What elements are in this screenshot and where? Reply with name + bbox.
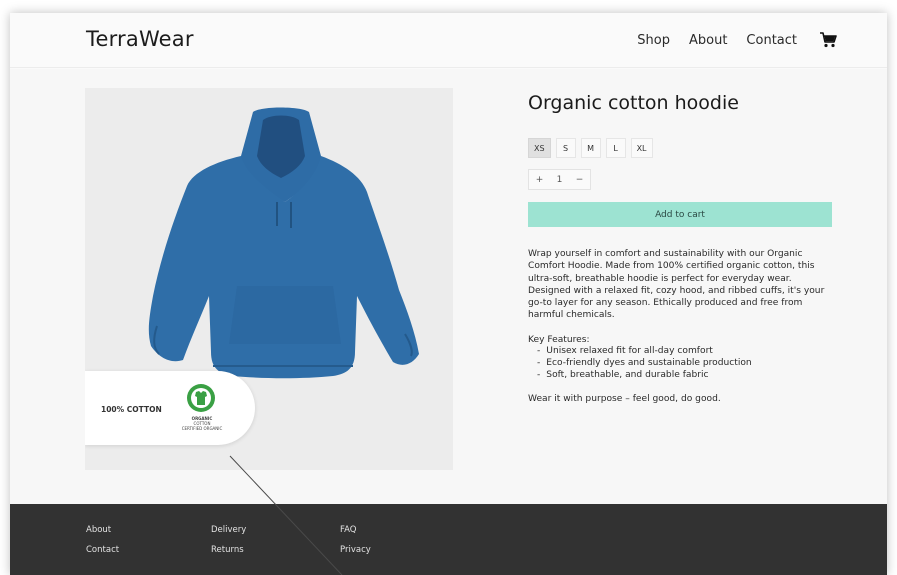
feature-item: Unisex relaxed fit for all-day comfort: [537, 345, 833, 357]
product-section: 100% COTTON ORGANIC COTTON CERTIFIED ORG…: [10, 69, 887, 505]
features-heading: Key Features:: [528, 334, 590, 345]
nav-about[interactable]: About: [689, 33, 727, 48]
feature-item: Eco-friendly dyes and sustainable produc…: [537, 357, 833, 369]
footer-col-3: FAQ Privacy: [340, 525, 371, 565]
badge-text: 100% COTTON: [101, 405, 162, 414]
footer-link-privacy[interactable]: Privacy: [340, 545, 371, 555]
cart-icon[interactable]: [819, 31, 837, 49]
footer-col-1: About Contact: [86, 525, 119, 565]
size-option-xl[interactable]: XL: [630, 138, 653, 158]
main-nav: Shop About Contact: [618, 31, 837, 49]
quantity-stepper: + 1 −: [528, 169, 591, 190]
add-to-cart-button[interactable]: Add to cart: [528, 202, 832, 227]
size-option-xs[interactable]: XS: [528, 138, 551, 158]
brand-logo[interactable]: TerraWear: [86, 27, 194, 51]
site-footer: About Contact Delivery Returns FAQ Priva…: [10, 504, 887, 575]
features-list: Unisex relaxed fit for all-day comfort E…: [537, 345, 833, 382]
site-header: TerraWear Shop About Contact: [10, 13, 887, 68]
size-selector: XS S M L XL: [528, 138, 833, 158]
product-description: Wrap yourself in comfort and sustainabil…: [528, 249, 825, 321]
badge-line-3: CERTIFIED ORGANIC: [181, 426, 223, 431]
hoodie-image: [148, 107, 420, 379]
gots-logo-icon: [187, 384, 215, 412]
quantity-minus-button[interactable]: −: [576, 175, 584, 185]
product-image: 100% COTTON ORGANIC COTTON CERTIFIED ORG…: [85, 88, 453, 470]
product-tagline: Wear it with purpose – feel good, do goo…: [528, 393, 721, 404]
nav-shop[interactable]: Shop: [637, 33, 670, 48]
quantity-plus-button[interactable]: +: [536, 175, 544, 185]
size-option-l[interactable]: L: [605, 138, 626, 158]
product-info: Organic cotton hoodie XS S M L XL + 1 − …: [528, 88, 833, 404]
footer-link-returns[interactable]: Returns: [211, 545, 246, 555]
feature-item: Soft, breathable, and durable fabric: [537, 369, 833, 381]
footer-link-delivery[interactable]: Delivery: [211, 525, 246, 535]
quantity-value[interactable]: 1: [557, 175, 563, 185]
product-title: Organic cotton hoodie: [528, 92, 739, 114]
footer-link-faq[interactable]: FAQ: [340, 525, 371, 535]
footer-link-about[interactable]: About: [86, 525, 119, 535]
footer-col-2: Delivery Returns: [211, 525, 246, 565]
size-option-m[interactable]: M: [580, 138, 601, 158]
footer-link-contact[interactable]: Contact: [86, 545, 119, 555]
browser-frame: TerraWear Shop About Contact 100% COTTON…: [10, 13, 887, 575]
size-option-s[interactable]: S: [555, 138, 576, 158]
cotton-badge: 100% COTTON ORGANIC COTTON CERTIFIED ORG…: [85, 371, 255, 445]
badge-caption: ORGANIC COTTON CERTIFIED ORGANIC: [167, 416, 237, 431]
nav-contact[interactable]: Contact: [746, 33, 797, 48]
